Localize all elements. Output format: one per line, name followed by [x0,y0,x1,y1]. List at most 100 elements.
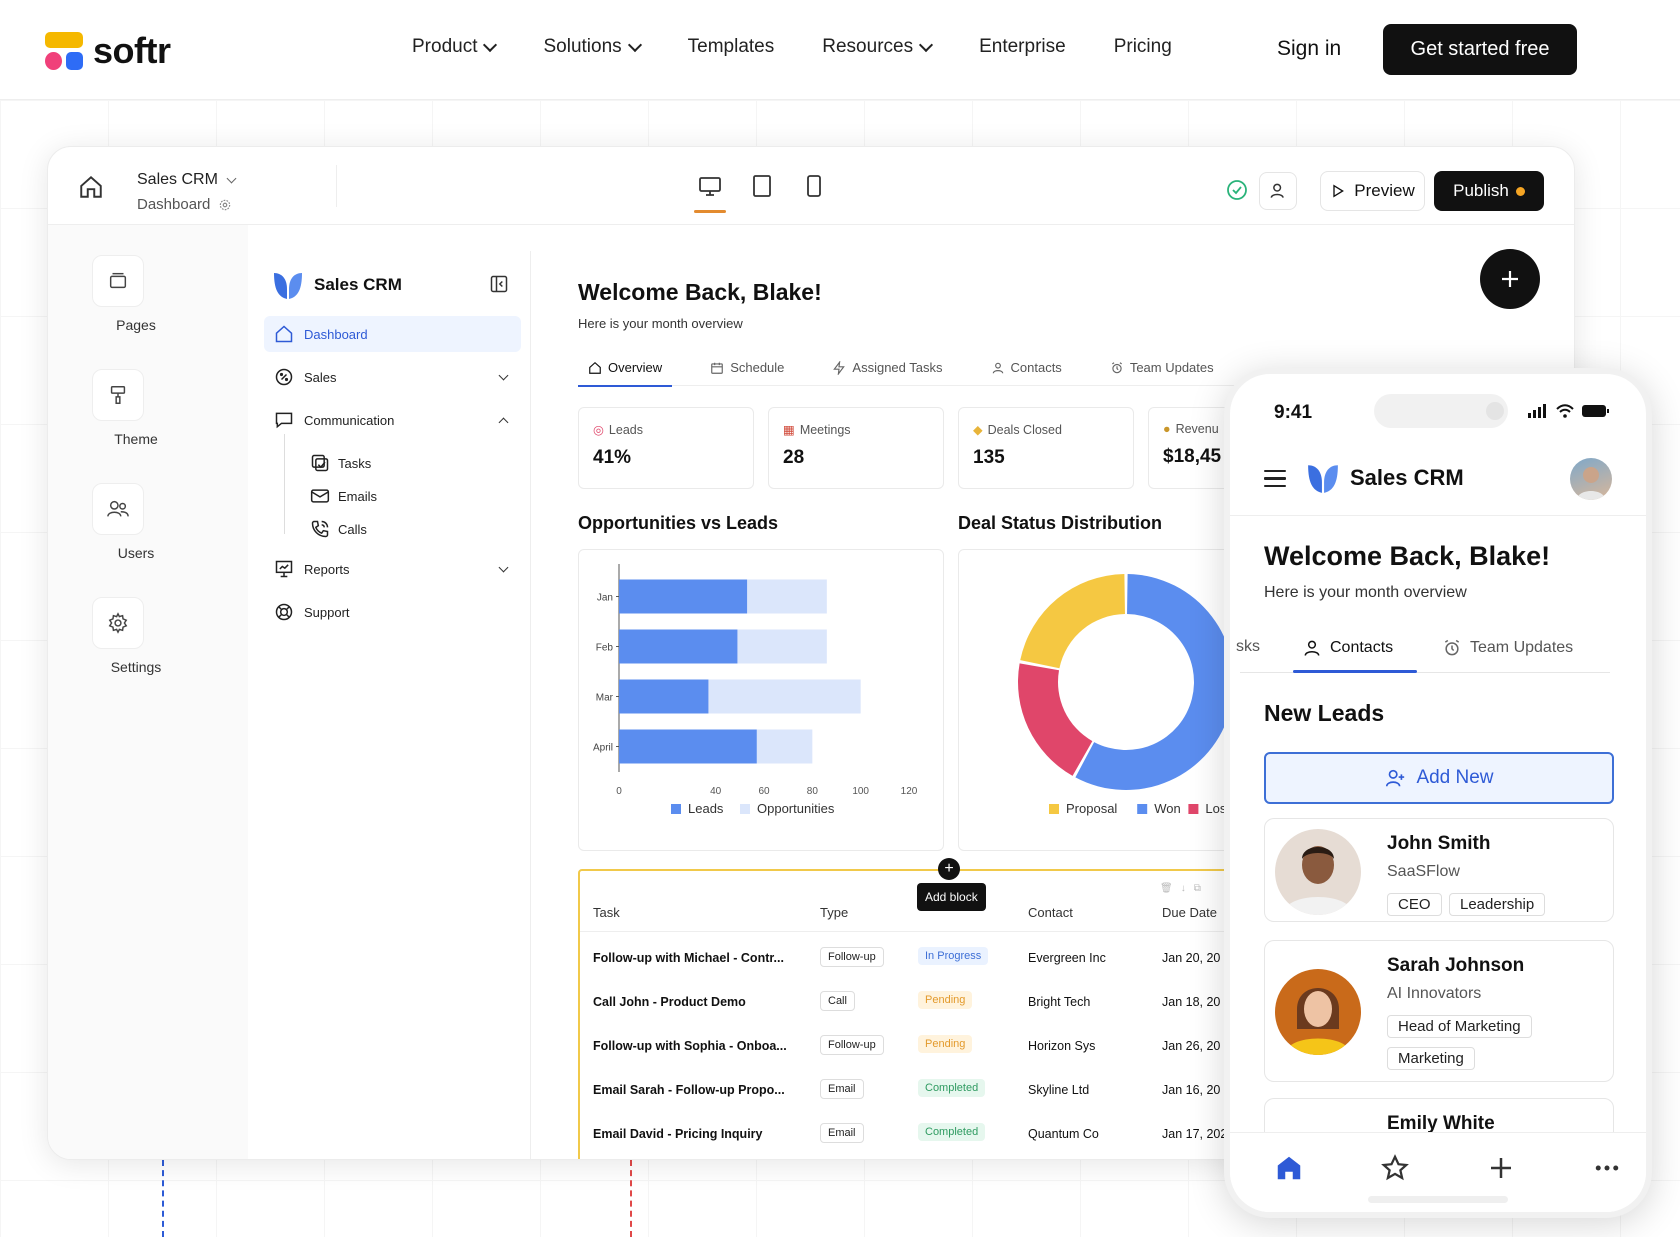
tab-team-updates[interactable]: Team Updates [1442,638,1573,658]
sidebar-item-calls[interactable]: Calls [310,519,367,539]
play-icon [1333,184,1345,198]
lead-portrait [1283,846,1353,915]
tab-schedule[interactable]: Schedule [700,349,794,386]
tablet-view-toggle[interactable] [750,174,774,198]
mobile-view-toggle[interactable] [802,174,826,198]
gear-icon [220,199,231,210]
sidebar-item-support[interactable]: Support [264,594,521,630]
type-pill: Email [820,1079,864,1099]
builder-rail: Pages Theme Users Settings [48,225,248,1159]
stat-card-leads: ◎ Leads 41% [578,407,754,489]
calendar-icon: ▦ [783,423,795,437]
home-icon [275,325,293,343]
sidebar-item-emails[interactable]: Emails [310,486,377,506]
donut-chart-title: Deal Status Distribution [958,513,1163,533]
softr-logo-mark [45,32,83,70]
column-header-due-date: Due Date [1162,905,1217,920]
category-label: Jan [597,593,613,604]
collapse-sidebar-icon[interactable] [489,274,509,294]
lead-card[interactable]: John Smith SaaSFlow CEO Leadership [1264,818,1614,922]
chevron-up-icon [498,417,509,428]
tab-team-updates[interactable]: Team Updates [1100,349,1224,386]
column-header-task: Task [593,905,620,920]
plus-icon[interactable] [1486,1153,1516,1183]
app-brand: Sales CRM [272,269,402,301]
add-block-plus-icon[interactable]: + [938,858,960,880]
nav-solutions[interactable]: Solutions [543,36,642,58]
type-pill: Follow-up [820,947,884,967]
rail-users[interactable]: Users [81,483,191,561]
x-tick-label: 120 [901,786,918,797]
unpublished-dot [1515,186,1525,196]
rail-theme[interactable]: Theme [81,369,191,447]
sidebar-item-sales[interactable]: Sales [264,359,521,395]
publish-button[interactable]: Publish [1434,171,1544,211]
mobile-header: Sales CRM [1230,444,1646,516]
pages-icon [109,272,127,289]
submenu-line [284,434,285,534]
legend-label: Won [1154,801,1181,816]
desktop-icon [699,177,721,196]
add-floating-button[interactable] [1480,249,1540,309]
nav-pricing[interactable]: Pricing [1114,36,1172,58]
chevron-down-icon [919,37,934,52]
home-icon [589,361,601,374]
lead-avatar [1275,829,1361,915]
app-selector[interactable]: Sales CRM [137,171,237,189]
rail-pages[interactable]: Pages [81,255,191,333]
nav-product[interactable]: Product [412,36,498,58]
row-actions-icons[interactable]: 🗑↓⧉ [1160,883,1209,894]
bar-chart-title: Opportunities vs Leads [578,513,779,533]
logo-text: softr [93,30,171,71]
category-label: April [593,743,613,754]
paint-roller-icon [110,386,126,404]
softr-logo[interactable]: softr [45,30,171,72]
x-tick-label: 100 [852,786,869,797]
chat-icon [275,412,293,429]
hamburger-menu-icon[interactable] [1264,470,1286,492]
tab-assigned-tasks[interactable]: Assigned Tasks [822,349,952,386]
tab-tasks-partial[interactable]: sks [1236,638,1260,656]
user-preview-button[interactable] [1259,172,1297,210]
handshake-icon: ◆ [973,423,983,437]
money-bag-icon: ● [1163,422,1171,436]
tab-overview[interactable]: Overview [578,349,673,387]
nav-enterprise[interactable]: Enterprise [979,36,1066,58]
sidebar-item-dashboard[interactable]: Dashboard [264,316,521,352]
donut-slice-proposal [1020,574,1125,669]
desktop-view-toggle[interactable] [694,174,726,213]
sidebar-item-communication[interactable]: Communication [264,402,521,438]
battery-icon [1582,405,1609,417]
main-nav: Product Solutions Templates Resources En… [412,36,1172,58]
lead-card[interactable]: Sarah Johnson AI Innovators Head of Mark… [1264,940,1614,1082]
chevron-down-icon [498,562,509,573]
tab-contacts[interactable]: Contacts [981,349,1072,386]
new-leads-heading: New Leads [1264,700,1385,726]
app-sidebar: Sales CRM Dashboard Sales Communication … [254,251,531,1159]
tab-contacts[interactable]: Contacts [1302,638,1393,658]
sign-in-link[interactable]: Sign in [1277,37,1341,61]
preview-button[interactable]: Preview [1320,171,1425,211]
sidebar-item-reports[interactable]: Reports [264,551,521,587]
sidebar-item-tasks[interactable]: Tasks [310,453,371,473]
page-title: Welcome Back, Blake! [578,279,822,305]
mail-icon [310,489,330,503]
more-icon[interactable] [1592,1153,1622,1183]
rail-settings[interactable]: Settings [81,597,191,675]
builder-toolbar: Sales CRM Dashboard Preview Publish [48,147,1574,225]
status-badge: Pending [918,991,973,1009]
nav-templates[interactable]: Templates [688,36,775,58]
page-selector[interactable]: Dashboard [137,196,232,213]
get-started-button[interactable]: Get started free [1383,24,1577,75]
star-icon[interactable] [1380,1153,1410,1183]
avatar[interactable] [1570,458,1612,500]
home-icon[interactable] [78,174,104,200]
alarm-icon [1111,361,1122,373]
add-new-lead-button[interactable]: Add New [1264,752,1614,804]
mobile-tabs: sks Contacts Team Updates [1230,624,1646,673]
home-icon[interactable] [1274,1153,1304,1183]
butterfly-logo-icon [1308,465,1338,493]
x-tick-label: 0 [616,786,622,797]
nav-resources[interactable]: Resources [822,36,934,58]
opportunities-vs-leads-chart: Jan Feb Mar April 0 40 60 80 100 120 Leads Opportun… [593,564,918,816]
